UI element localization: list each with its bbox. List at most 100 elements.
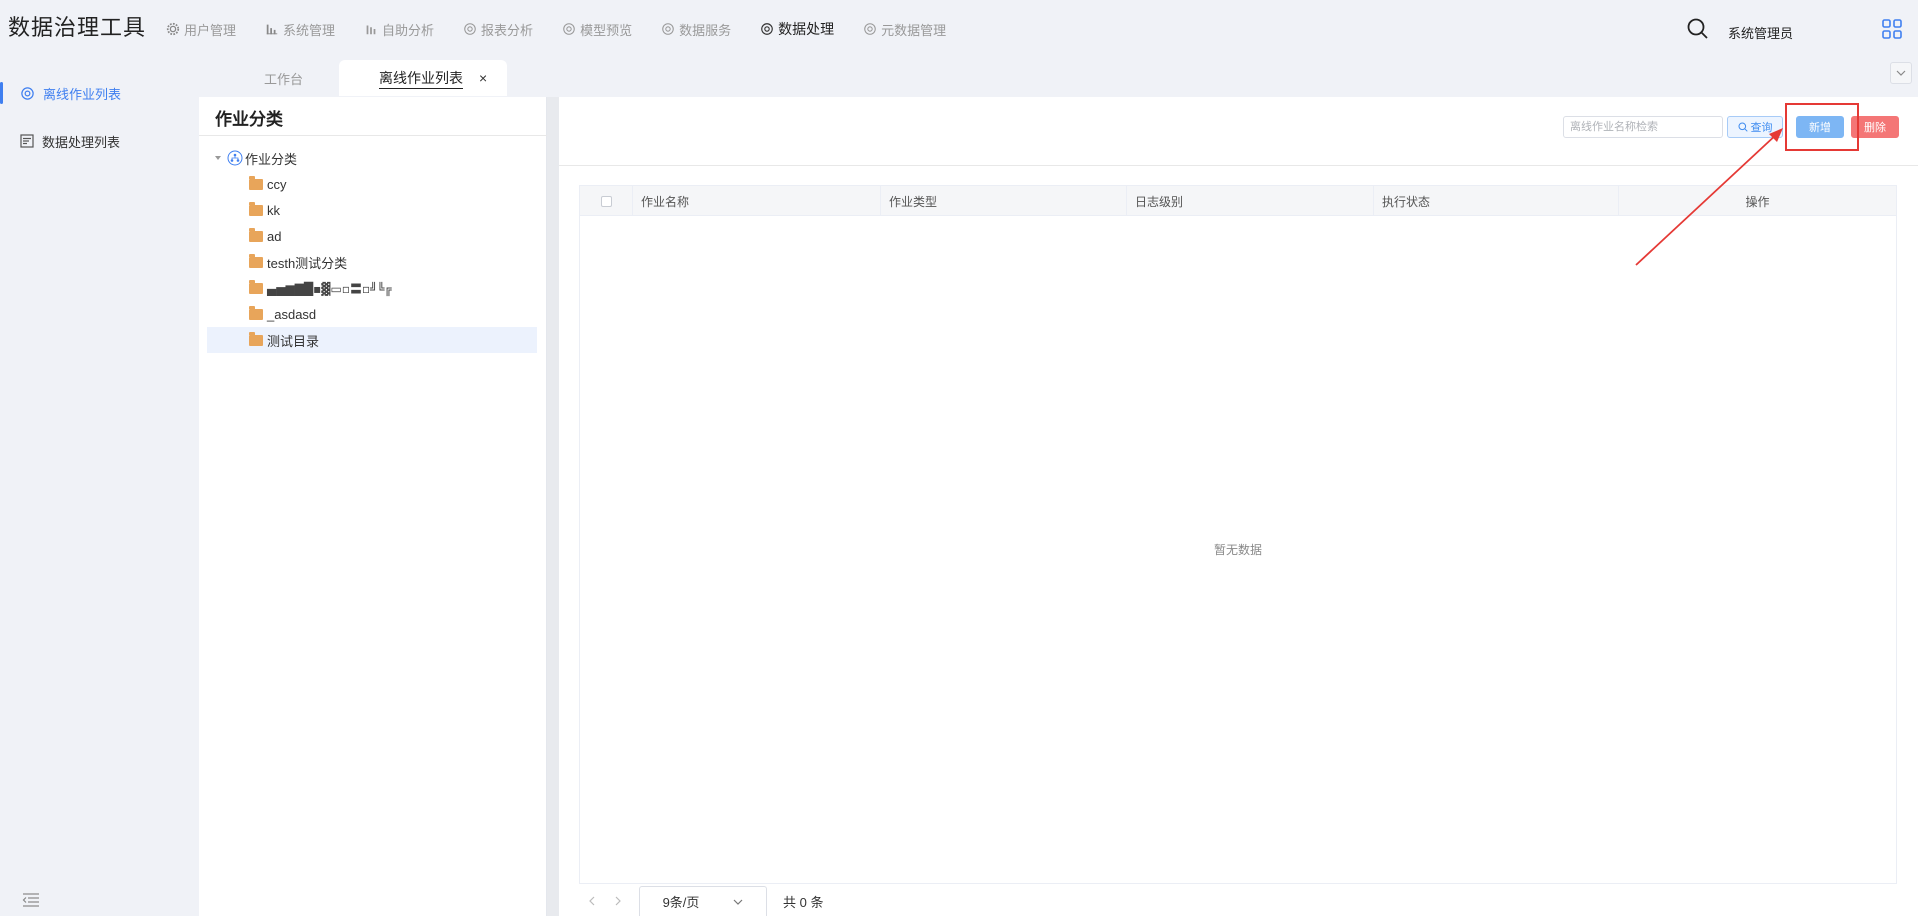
column-header: 日志级别 [1127, 186, 1374, 216]
gear-icon [563, 23, 575, 35]
sidebar: 离线作业列表 数据处理列表 [0, 58, 198, 916]
nav-item-model-preview[interactable]: 模型预览 [562, 19, 632, 39]
nav-item-data-processing[interactable]: 数据处理 [760, 19, 834, 39]
job-list-panel: 查询 新增 删除 作业名称 作业类型 日志级别 执行状态 操作 暂无数据 9条/… [559, 97, 1918, 916]
chevron-down-icon [1896, 70, 1906, 76]
nav-label: 系统管理 [283, 22, 336, 38]
app-grid-icon[interactable] [1882, 19, 1902, 39]
nav-item-self-analysis[interactable]: 自助分析 [364, 19, 434, 39]
tree-node-label: 作业分类 [245, 151, 298, 167]
gear-icon [662, 23, 674, 35]
job-table: 作业名称 作业类型 日志级别 执行状态 操作 暂无数据 [579, 185, 1897, 884]
page-size-select[interactable]: 9条/页 [639, 886, 767, 916]
chevron-left-icon [589, 896, 595, 906]
sidebar-item-offline-jobs[interactable]: 离线作业列表 [0, 78, 198, 108]
nav-label: 数据处理 [778, 21, 835, 37]
gear-icon [21, 86, 34, 100]
list-icon [20, 134, 34, 148]
table-header: 作业名称 作业类型 日志级别 执行状态 操作 [580, 186, 1896, 216]
tree-folder-node[interactable]: ccy [207, 171, 537, 197]
annotation-highlight-box [1785, 103, 1859, 151]
query-button-label: 查询 [1750, 122, 1773, 134]
nav-item-data-service[interactable]: 数据服务 [661, 19, 731, 39]
folder-icon [249, 331, 263, 346]
nav-label: 模型预览 [580, 22, 633, 38]
sidebar-item-label: 数据处理列表 [42, 134, 121, 150]
tree-node-label: ▄▅▆▇█▪▓▭▫〓▫╝╚╔ [267, 281, 392, 296]
search-icon[interactable] [1686, 17, 1710, 41]
gear-icon [864, 23, 876, 35]
tree-folder-node[interactable]: _asdasd [207, 301, 537, 327]
gear-icon [761, 23, 773, 35]
tree-title: 作业分类 [215, 110, 283, 129]
column-header: 作业名称 [633, 186, 881, 216]
tree-node-label: ccy [267, 176, 287, 192]
hierarchy-icon [227, 150, 243, 166]
total-count: 共 0 条 [783, 894, 824, 910]
top-navbar: 数据治理工具 用户管理 系统管理 自助分析 报表分析 模型预览 数据服务 数据处… [0, 0, 1918, 58]
app-title: 数据治理工具 [8, 15, 147, 40]
folder-icon [249, 305, 263, 320]
nav-label: 数据服务 [679, 22, 732, 38]
main-nav: 用户管理 系统管理 自助分析 报表分析 模型预览 数据服务 数据处理 元数据管理 [166, 19, 975, 39]
pagination: 9条/页 共 0 条 [579, 886, 823, 916]
tree-node-label: ad [267, 228, 282, 244]
bar-chart-icon [266, 24, 278, 35]
chevron-down-icon [733, 899, 743, 905]
user-name[interactable]: 系统管理员 [1728, 23, 1793, 42]
divider [199, 135, 547, 136]
caret-down-icon[interactable] [213, 153, 223, 163]
nav-label: 报表分析 [481, 22, 534, 38]
tab-offline-jobs[interactable]: 离线作业列表 × [339, 60, 508, 96]
divider [559, 165, 1918, 166]
search-icon [1738, 122, 1748, 132]
folder-icon [249, 253, 263, 268]
tree-folder-node[interactable]: kk [207, 197, 537, 223]
page-size-value: 9条/页 [662, 895, 700, 910]
nav-label: 元数据管理 [881, 22, 947, 38]
tree-folder-node[interactable]: ad [207, 223, 537, 249]
sidebar-item-label: 离线作业列表 [43, 86, 122, 102]
query-button[interactable]: 查询 [1727, 116, 1783, 138]
close-icon[interactable]: × [479, 70, 487, 86]
nav-item-user-management[interactable]: 用户管理 [166, 19, 236, 39]
tab-label: 工作台 [264, 71, 304, 87]
bar-chart-icon [366, 25, 376, 35]
chevron-right-icon [615, 896, 621, 906]
tree-node-label: 测试目录 [267, 333, 320, 349]
select-all-checkbox[interactable] [600, 195, 612, 207]
nav-label: 自助分析 [382, 22, 435, 38]
select-all-cell [580, 186, 633, 216]
tab-bar: 工作台 离线作业列表 × [228, 60, 508, 96]
job-search-input[interactable] [1563, 116, 1723, 138]
tab-workbench[interactable]: 工作台 [228, 60, 339, 96]
tree-node-label: _asdasd [267, 306, 317, 322]
nav-item-report-analysis[interactable]: 报表分析 [463, 19, 533, 39]
tree-folder-node[interactable]: testh测试分类 [207, 249, 537, 275]
folder-icon [249, 201, 263, 216]
collapse-menu-icon[interactable] [22, 893, 40, 907]
sidebar-item-data-processing-list[interactable]: 数据处理列表 [0, 126, 198, 156]
folder-icon [249, 227, 263, 242]
prev-page-button[interactable] [579, 888, 605, 914]
tree-root-node[interactable]: 作业分类 [207, 145, 537, 171]
tree-folder-node[interactable]: ▄▅▆▇█▪▓▭▫〓▫╝╚╔ [207, 275, 537, 301]
column-header: 操作 [1745, 194, 1770, 209]
panel-splitter[interactable] [547, 97, 559, 916]
tab-dropdown-button[interactable] [1890, 62, 1912, 84]
nav-item-system-management[interactable]: 系统管理 [265, 19, 335, 39]
column-header: 作业类型 [881, 186, 1127, 216]
tree-node-label: kk [267, 202, 280, 218]
nav-item-metadata-management[interactable]: 元数据管理 [863, 19, 946, 39]
column-header: 执行状态 [1374, 186, 1619, 216]
gear-icon [166, 22, 180, 36]
next-page-button[interactable] [605, 888, 631, 914]
nav-label: 用户管理 [184, 22, 237, 38]
gear-icon [464, 23, 476, 35]
folder-icon [249, 279, 263, 294]
empty-state-text: 暂无数据 [1213, 543, 1262, 557]
tree-folder-node-selected[interactable]: 测试目录 [207, 327, 537, 353]
tab-label: 离线作业列表 [379, 68, 464, 89]
tree-node-label: testh测试分类 [267, 255, 348, 271]
folder-icon [249, 175, 263, 190]
